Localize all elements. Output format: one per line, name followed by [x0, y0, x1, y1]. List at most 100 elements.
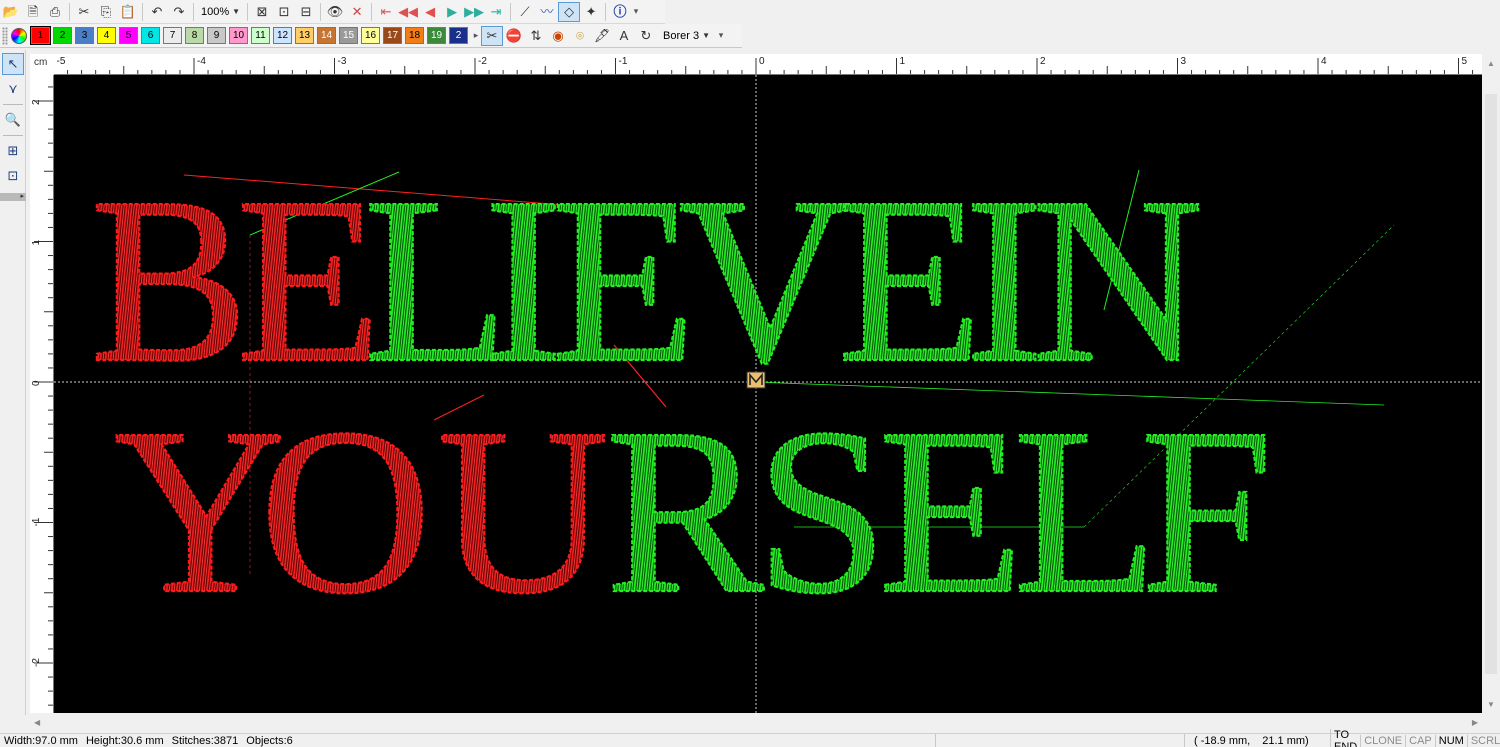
- wave-icon[interactable]: 〰: [536, 2, 558, 22]
- color-swatch-14[interactable]: 14: [317, 27, 336, 44]
- fit-page-icon[interactable]: ⊠: [251, 2, 273, 22]
- color-swatch-19[interactable]: 19: [427, 27, 446, 44]
- color-wheel-icon[interactable]: [11, 27, 27, 44]
- embroidery-design[interactable]: BELIEVEIN YO URSELF: [54, 75, 1482, 713]
- status-flags: TO END CLONE CAP NUM SCRL: [1330, 729, 1500, 747]
- stitch-back-1-icon[interactable]: ◀: [419, 2, 441, 22]
- design-line-believe-in[interactable]: BELIEVEIN: [89, 148, 1205, 413]
- color-swatch-3[interactable]: 3: [75, 27, 94, 44]
- design-info: Width:97.0 mm Height:30.6 mm Stitches:38…: [0, 735, 293, 747]
- color-swatch-17[interactable]: 17: [383, 27, 402, 44]
- design-line-yourself[interactable]: YO URSELF: [113, 379, 1274, 644]
- design-letter[interactable]: E: [550, 148, 698, 413]
- design-letter[interactable]: N: [1031, 148, 1205, 413]
- text-icon[interactable]: A: [613, 26, 635, 46]
- color-swatch-20[interactable]: 2: [449, 27, 468, 44]
- fit-design-icon[interactable]: ⊞: [2, 140, 24, 162]
- fit-selection-icon[interactable]: ⊡: [273, 2, 295, 22]
- cut-icon[interactable]: ✂: [73, 2, 95, 22]
- ruler-label: -3: [338, 56, 347, 67]
- color-swatch-4[interactable]: 4: [97, 27, 116, 44]
- design-letter[interactable]: O: [259, 379, 433, 644]
- design-letter[interactable]: E: [235, 148, 383, 413]
- horizontal-scrollbar[interactable]: ◀ ▶: [30, 713, 1482, 731]
- jump-icon[interactable]: ⇅: [525, 26, 547, 46]
- select-arrow-icon[interactable]: ↖: [2, 53, 24, 75]
- toolbar-grip[interactable]: [2, 26, 8, 45]
- trim-icon[interactable]: ◉: [547, 26, 569, 46]
- borer-dropdown[interactable]: Borer 3 ▼: [657, 30, 716, 42]
- color-swatch-1[interactable]: 1: [30, 26, 51, 45]
- open-folder-icon[interactable]: 📂: [0, 2, 22, 22]
- color-swatch-18[interactable]: 18: [405, 27, 424, 44]
- color-swatch-10[interactable]: 10: [229, 27, 248, 44]
- toolbar-separator: [320, 2, 322, 21]
- color-swatch-12[interactable]: 12: [273, 27, 292, 44]
- frame-icon[interactable]: ⊡: [2, 165, 24, 187]
- design-letter[interactable]: B: [89, 148, 250, 413]
- chevron-right-icon[interactable]: ▸: [471, 30, 481, 41]
- print-icon[interactable]: ⎙: [44, 2, 66, 22]
- color-swatch-7[interactable]: 7: [163, 27, 182, 44]
- color-swatch-13[interactable]: 13: [295, 27, 314, 44]
- zoom-icon[interactable]: 🔍: [2, 109, 24, 131]
- rotate-icon[interactable]: ↻: [635, 26, 657, 46]
- scissors-icon[interactable]: ✂: [481, 25, 503, 46]
- hide-icon[interactable]: ✕: [346, 2, 368, 22]
- design-letter[interactable]: L: [1012, 379, 1160, 644]
- design-letter[interactable]: E: [836, 148, 984, 413]
- scroll-down-icon[interactable]: ▼: [1482, 695, 1500, 713]
- stop-icon[interactable]: ⛔: [503, 26, 525, 46]
- open-file-icon[interactable]: 🗎: [22, 2, 44, 22]
- toolstrip-expand-icon[interactable]: ▸: [0, 193, 26, 201]
- tie-icon[interactable]: ⟋: [514, 2, 536, 22]
- design-canvas[interactable]: BELIEVEIN YOURSELF: [54, 75, 1482, 713]
- stitch-last-icon[interactable]: ⇥: [485, 2, 507, 22]
- design-letter[interactable]: S: [754, 379, 889, 644]
- toolbar-overflow-icon[interactable]: ▾: [716, 30, 726, 41]
- zoom-dropdown[interactable]: 100% ▼: [197, 2, 244, 22]
- ruler-label: -2: [478, 56, 487, 67]
- stitch-fwd-100-icon[interactable]: ▶▶: [463, 2, 485, 22]
- redo-icon[interactable]: ↷: [168, 2, 190, 22]
- undo-icon[interactable]: ↶: [146, 2, 168, 22]
- color-swatch-9[interactable]: 9: [207, 27, 226, 44]
- vertical-ruler-graphic: 2 1 0 -1 -2: [31, 86, 53, 706]
- select-mode-icon[interactable]: ◇: [558, 1, 581, 22]
- color-swatch-11[interactable]: 11: [251, 27, 270, 44]
- paste-icon[interactable]: 📋: [117, 2, 139, 22]
- scroll-left-icon[interactable]: ◀: [34, 718, 40, 727]
- show-icon[interactable]: 👁: [324, 2, 346, 22]
- vertical-scrollbar[interactable]: ▲ ▼: [1482, 54, 1500, 713]
- design-letter[interactable]: F: [1139, 379, 1274, 644]
- stitch-fwd-1-icon[interactable]: ▶: [441, 2, 463, 22]
- node-edit-icon[interactable]: ⋎: [2, 78, 24, 100]
- color-swatch-8[interactable]: 8: [185, 27, 204, 44]
- color-swatch-2[interactable]: 2: [53, 27, 72, 44]
- design-letter[interactable]: U: [436, 379, 610, 644]
- status-divider: [1184, 734, 1185, 747]
- color-swatch-5[interactable]: 5: [119, 27, 138, 44]
- color-swatch-15[interactable]: 15: [339, 27, 358, 44]
- design-letter[interactable]: E: [877, 379, 1025, 644]
- origin-marker-icon[interactable]: [746, 371, 766, 389]
- toolbar-separator: [510, 2, 512, 21]
- info-icon[interactable]: ⓘ: [609, 2, 631, 22]
- color-swatch-16[interactable]: 16: [361, 27, 380, 44]
- toolbar-separator: [605, 2, 607, 21]
- stitch-first-icon[interactable]: ⇤: [375, 2, 397, 22]
- toolbar-overflow-icon[interactable]: ▾: [631, 6, 641, 17]
- scroll-thumb[interactable]: [1485, 94, 1497, 674]
- pen-icon[interactable]: 🖋: [591, 26, 613, 46]
- scroll-right-icon[interactable]: ▶: [1472, 718, 1478, 727]
- ruler-label: -2: [31, 658, 42, 667]
- fit-width-icon[interactable]: ⊟: [295, 2, 317, 22]
- color-swatch-6[interactable]: 6: [141, 27, 160, 44]
- design-letter[interactable]: R: [604, 379, 765, 644]
- stitch-back-100-icon[interactable]: ◀◀: [397, 2, 419, 22]
- copy-icon[interactable]: ⎘: [95, 2, 117, 22]
- scroll-up-icon[interactable]: ▲: [1482, 54, 1500, 72]
- wand-icon[interactable]: ✦: [580, 2, 602, 22]
- needle-icon[interactable]: ⌾: [569, 26, 591, 46]
- left-tool-strip: ↖ ⋎ 🔍 ⊞ ⊡ ▸: [0, 50, 26, 715]
